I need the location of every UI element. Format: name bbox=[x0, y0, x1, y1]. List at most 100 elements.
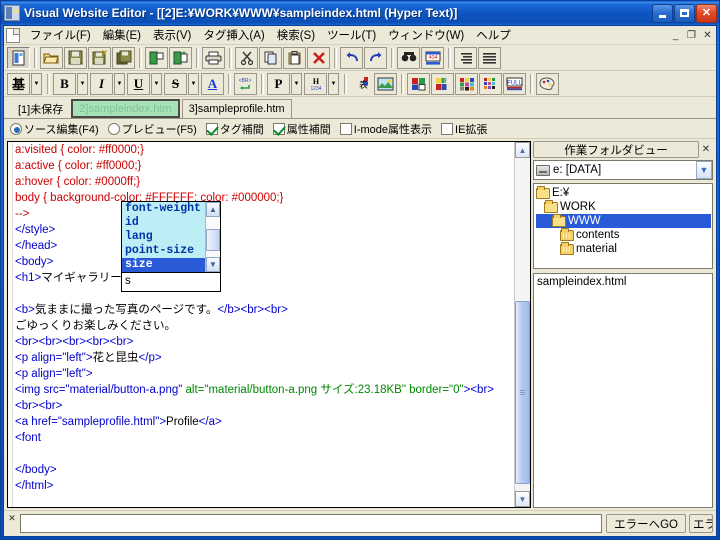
file-list[interactable]: sampleindex.html bbox=[533, 273, 713, 508]
autocomplete-scroll-up-icon[interactable]: ▲ bbox=[206, 202, 220, 217]
bold-button[interactable]: B bbox=[53, 72, 76, 95]
work-folder-title-button[interactable]: 作業フォルダビュー bbox=[533, 141, 699, 158]
checkbox-ie-ext[interactable] bbox=[441, 122, 454, 135]
scroll-up-icon[interactable]: ▲ bbox=[515, 142, 530, 158]
color-grid-icon[interactable] bbox=[455, 72, 478, 95]
menu-edit[interactable]: 編集(E) bbox=[97, 26, 147, 44]
font-color-button[interactable]: A bbox=[201, 72, 224, 95]
color-swatches-icon[interactable] bbox=[479, 72, 502, 95]
tab-sampleprofile[interactable]: 3]sampleprofile.htm bbox=[181, 99, 292, 118]
checkbox-imode-attr[interactable] bbox=[339, 122, 352, 135]
mdi-close-button[interactable]: ✕ bbox=[700, 28, 715, 42]
autocomplete-scroll-down-icon[interactable]: ▼ bbox=[206, 257, 220, 272]
italic-button[interactable]: I bbox=[90, 72, 113, 95]
menu-search[interactable]: 検索(S) bbox=[271, 26, 321, 44]
menu-insert-tag[interactable]: タグ挿入(A) bbox=[197, 26, 270, 44]
underline-dropdown-arrow[interactable]: ▼ bbox=[151, 72, 162, 95]
bold-dropdown-arrow[interactable]: ▼ bbox=[77, 72, 88, 95]
paint-icon[interactable] bbox=[536, 72, 559, 95]
folder-tree-item[interactable]: material bbox=[536, 241, 712, 256]
import-icon[interactable] bbox=[169, 46, 192, 69]
underline-button[interactable]: U bbox=[127, 72, 150, 95]
tab-unsaved[interactable]: [1]未保存 bbox=[12, 99, 69, 118]
option-tag-complete[interactable]: タグ補間 bbox=[205, 121, 264, 137]
chevron-down-icon[interactable]: ▼ bbox=[696, 161, 712, 179]
window-close-button[interactable]: ✕ bbox=[696, 3, 717, 23]
heading-dropdown-arrow[interactable]: ▼ bbox=[328, 72, 339, 95]
checkbox-tag-complete[interactable] bbox=[205, 122, 218, 135]
autocomplete-scroll-thumb[interactable] bbox=[206, 229, 220, 251]
option-preview[interactable]: プレビュー(F5) bbox=[107, 121, 197, 137]
option-imode-attr[interactable]: I-mode属性表示 bbox=[339, 121, 432, 137]
folder-tree-item[interactable]: E:¥ bbox=[536, 185, 712, 200]
base-font-button[interactable]: 基 bbox=[7, 72, 30, 95]
save-all-icon[interactable] bbox=[112, 46, 135, 69]
line-break-icon[interactable]: <BR> bbox=[234, 72, 257, 95]
option-ie-ext[interactable]: IE拡張 bbox=[441, 121, 487, 137]
mdi-minimize-button[interactable]: _ bbox=[668, 28, 683, 42]
open-folder-icon[interactable] bbox=[40, 46, 63, 69]
paragraph-button[interactable]: P bbox=[267, 72, 290, 95]
cut-icon[interactable] bbox=[235, 46, 258, 69]
go-to-error-button[interactable]: エラーへGO bbox=[606, 514, 686, 533]
work-folder-close-icon[interactable]: ✕ bbox=[699, 143, 713, 157]
editor-scroll-thumb[interactable] bbox=[515, 301, 530, 485]
option-attr-complete[interactable]: 属性補間 bbox=[272, 121, 331, 137]
save-as-icon[interactable] bbox=[88, 46, 111, 69]
menu-window[interactable]: ウィンドウ(W) bbox=[382, 26, 470, 44]
bottom-bar-close-icon[interactable]: ✕ bbox=[6, 512, 18, 524]
radio-source-edit[interactable] bbox=[10, 122, 22, 135]
autocomplete-scrollbar[interactable]: ▲ ▼ bbox=[205, 202, 220, 272]
find-icon[interactable] bbox=[397, 46, 420, 69]
align-right-icon[interactable] bbox=[454, 46, 477, 69]
editor-scroll-track[interactable] bbox=[515, 158, 530, 491]
copy-icon[interactable] bbox=[259, 46, 282, 69]
paragraph-dropdown-arrow[interactable]: ▼ bbox=[291, 72, 302, 95]
window-minimize-button[interactable] bbox=[652, 3, 673, 23]
scroll-down-icon[interactable]: ▼ bbox=[515, 491, 530, 507]
link-check-404-icon[interactable]: 404 bbox=[421, 46, 444, 69]
error-message-input[interactable] bbox=[20, 514, 603, 533]
strikethrough-dropdown-arrow[interactable]: ▼ bbox=[188, 72, 199, 95]
autocomplete-input[interactable]: s bbox=[121, 272, 221, 292]
full-color-icon[interactable]: FULL bbox=[503, 72, 526, 95]
print-icon[interactable] bbox=[202, 46, 225, 69]
autocomplete-scroll-track[interactable] bbox=[206, 217, 220, 257]
editor-vertical-scrollbar[interactable]: ▲ ▼ bbox=[514, 142, 530, 507]
drive-select-combo[interactable]: e: [DATA] ▼ bbox=[533, 160, 713, 180]
folder-tree-item[interactable]: WWW bbox=[536, 213, 711, 228]
window-maximize-button[interactable] bbox=[674, 3, 695, 23]
attribute-autocomplete-popup[interactable]: font-weight id lang point-size size ▲ ▼ bbox=[121, 201, 221, 273]
folder-tree[interactable]: E:¥ WORK WWW contents material bbox=[533, 183, 713, 269]
error-secondary-button[interactable]: エラ bbox=[689, 514, 713, 533]
menu-file[interactable]: ファイル(F) bbox=[24, 26, 97, 44]
source-editor-pane[interactable]: a:visited { color: #ff0000;} a:active { c… bbox=[7, 141, 531, 508]
save-icon[interactable] bbox=[64, 46, 87, 69]
base-font-dropdown-arrow[interactable]: ▼ bbox=[31, 72, 42, 95]
table-icon[interactable]: 表 bbox=[350, 73, 373, 95]
redo-icon[interactable] bbox=[364, 46, 387, 69]
align-justify-icon[interactable] bbox=[478, 46, 501, 69]
export-icon[interactable] bbox=[145, 46, 168, 69]
menu-help[interactable]: ヘルプ bbox=[470, 26, 517, 44]
undo-icon[interactable] bbox=[340, 46, 363, 69]
tab-sampleindex[interactable]: 2]sampleindex.htm bbox=[71, 99, 180, 118]
strikethrough-button[interactable]: S bbox=[164, 72, 187, 95]
option-source-edit[interactable]: ソース編集(F4) bbox=[10, 121, 99, 137]
paste-icon[interactable] bbox=[283, 46, 306, 69]
palette-94-icon[interactable]: 94 bbox=[431, 72, 454, 95]
menu-tools[interactable]: ツール(T) bbox=[321, 26, 382, 44]
heading-button[interactable]: H 1234 bbox=[304, 72, 327, 95]
image-icon[interactable] bbox=[374, 72, 397, 95]
mdi-restore-button[interactable]: ❐ bbox=[684, 28, 699, 42]
menu-view[interactable]: 表示(V) bbox=[147, 26, 197, 44]
delete-icon[interactable] bbox=[307, 46, 330, 69]
folder-tree-item[interactable]: WORK bbox=[536, 199, 712, 214]
radio-preview[interactable] bbox=[107, 122, 120, 135]
italic-dropdown-arrow[interactable]: ▼ bbox=[114, 72, 125, 95]
source-code-text[interactable]: a:visited { color: #ff0000;} a:active { c… bbox=[13, 142, 514, 507]
color-picker-icon[interactable] bbox=[407, 72, 430, 95]
new-document-icon[interactable] bbox=[7, 46, 30, 69]
file-list-item[interactable]: sampleindex.html bbox=[537, 276, 712, 290]
folder-tree-item[interactable]: contents bbox=[536, 227, 712, 242]
